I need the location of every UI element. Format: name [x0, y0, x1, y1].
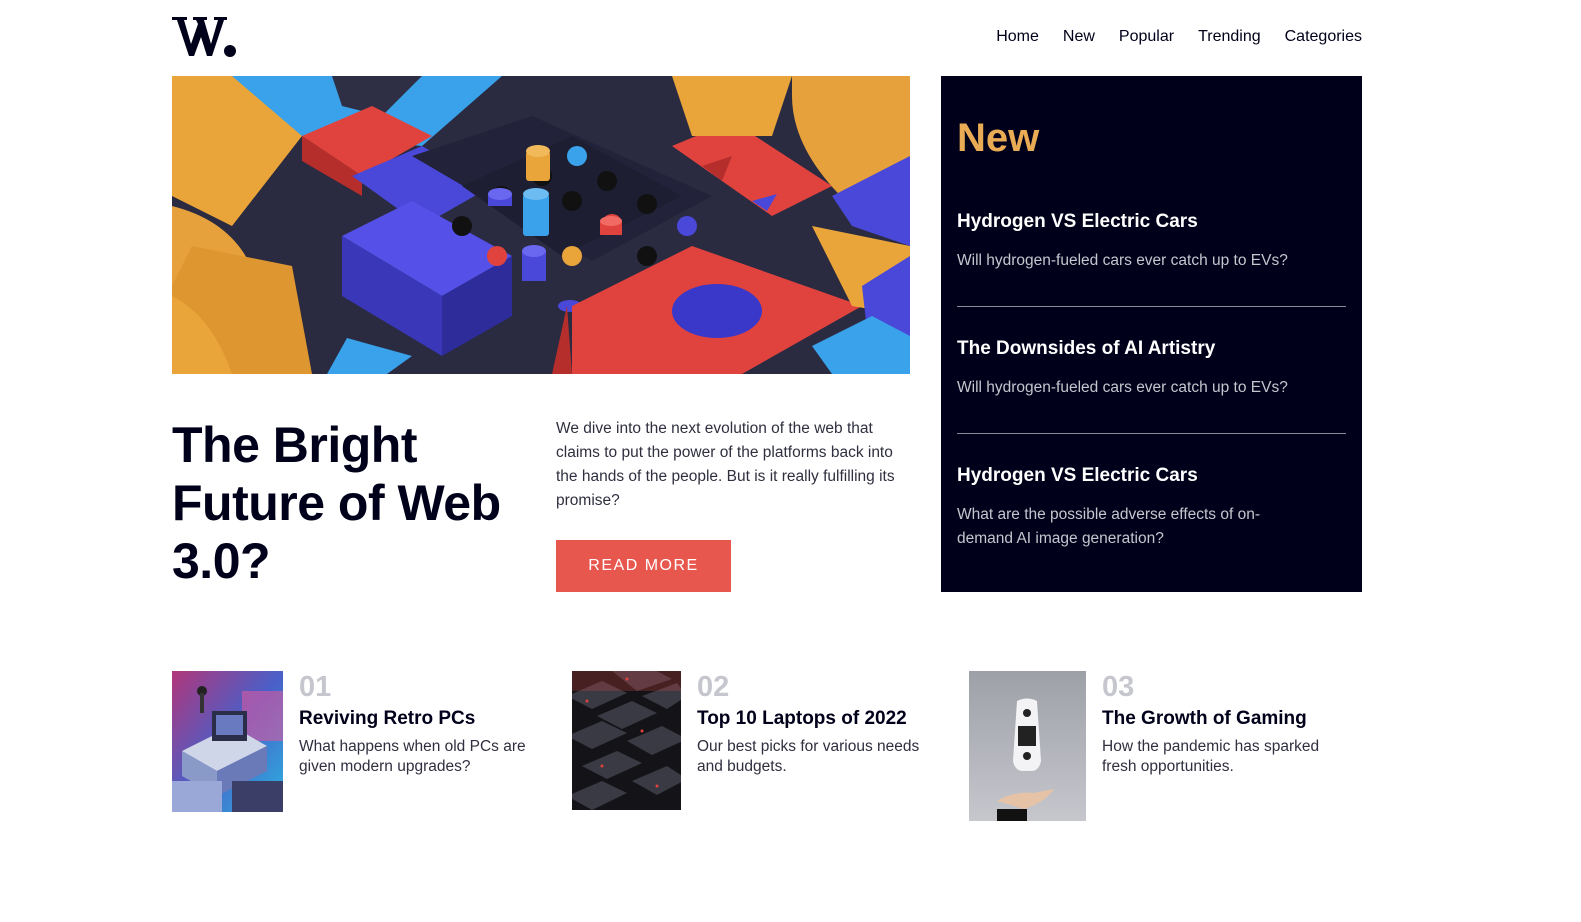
- new-panel: New Hydrogen VS Electric Cars Will hydro…: [941, 76, 1362, 592]
- card-title[interactable]: Top 10 Laptops of 2022: [697, 707, 937, 731]
- logo-mark: [172, 17, 236, 57]
- new-item-description: What are the possible adverse effects of…: [957, 506, 1260, 547]
- gaming-controller-thumbnail[interactable]: [969, 671, 1086, 821]
- divider: [957, 433, 1346, 434]
- site-logo[interactable]: [172, 14, 238, 58]
- new-item: Hydrogen VS Electric Cars Will hydrogen-…: [957, 210, 1346, 273]
- nav-home[interactable]: Home: [996, 27, 1039, 47]
- main-nav: Home New Popular Trending Categories: [996, 27, 1362, 47]
- nav-new[interactable]: New: [1063, 27, 1095, 47]
- article-card: 03 The Growth of Gaming How the pandemic…: [969, 671, 1342, 821]
- card-description: Our best picks for various needs and bud…: [697, 738, 920, 775]
- divider: [957, 306, 1346, 307]
- new-item-description: Will hydrogen-fueled cars ever catch up …: [957, 252, 1288, 269]
- card-title[interactable]: The Growth of Gaming: [1102, 707, 1342, 731]
- hero-description: We dive into the next evolution of the w…: [556, 420, 895, 509]
- hero-title[interactable]: The Bright Future of Web 3.0?: [172, 416, 532, 590]
- nav-categories[interactable]: Categories: [1285, 27, 1362, 47]
- card-number: 02: [697, 671, 730, 703]
- new-item: The Downsides of AI Artistry Will hydrog…: [957, 337, 1346, 400]
- read-more-button[interactable]: READ MORE: [556, 540, 731, 592]
- new-item-description: Will hydrogen-fueled cars ever catch up …: [957, 379, 1288, 396]
- card-description: How the pandemic has sparked fresh oppor…: [1102, 738, 1320, 775]
- new-item-title[interactable]: Hydrogen VS Electric Cars: [957, 210, 1346, 234]
- hero-image: [172, 76, 910, 374]
- article-card: 01 Reviving Retro PCs What happens when …: [172, 671, 539, 812]
- laptop-keyboard-thumbnail[interactable]: [572, 671, 681, 810]
- card-title[interactable]: Reviving Retro PCs: [299, 707, 539, 731]
- retro-pc-thumbnail[interactable]: [172, 671, 283, 812]
- new-item: Hydrogen VS Electric Cars What are the p…: [957, 464, 1346, 551]
- nav-trending[interactable]: Trending: [1198, 27, 1261, 47]
- card-number: 01: [299, 671, 332, 703]
- card-number: 03: [1102, 671, 1135, 703]
- new-heading: New: [957, 116, 1040, 160]
- new-item-title[interactable]: The Downsides of AI Artistry: [957, 337, 1346, 361]
- nav-popular[interactable]: Popular: [1119, 27, 1174, 47]
- new-item-title[interactable]: Hydrogen VS Electric Cars: [957, 464, 1346, 488]
- card-description: What happens when old PCs are given mode…: [299, 738, 526, 775]
- article-card: 02 Top 10 Laptops of 2022 Our best picks…: [572, 671, 937, 810]
